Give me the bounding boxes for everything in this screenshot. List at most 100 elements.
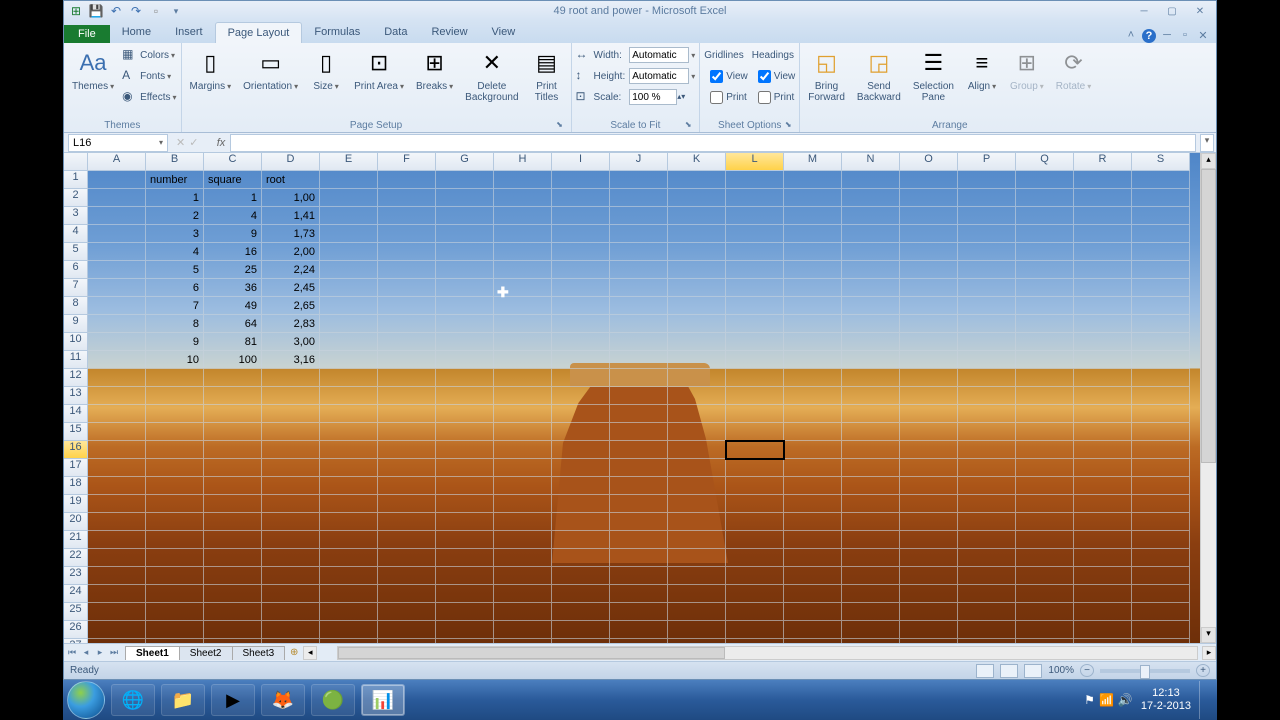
cell-K11[interactable]	[668, 351, 726, 369]
cell-O17[interactable]	[900, 459, 958, 477]
headings-view-check[interactable]	[758, 70, 771, 83]
cell-Q1[interactable]	[1016, 171, 1074, 189]
cell-N15[interactable]	[842, 423, 900, 441]
cell-H23[interactable]	[494, 567, 552, 585]
cell-L19[interactable]	[726, 495, 784, 513]
vertical-scrollbar[interactable]: ▴ ▾	[1200, 153, 1216, 643]
cell-G20[interactable]	[436, 513, 494, 531]
col-header-D[interactable]: D	[262, 153, 320, 171]
cell-O10[interactable]	[900, 333, 958, 351]
cell-J3[interactable]	[610, 207, 668, 225]
cell-F10[interactable]	[378, 333, 436, 351]
cell-I21[interactable]	[552, 531, 610, 549]
col-header-B[interactable]: B	[146, 153, 204, 171]
cell-C7[interactable]: 36	[204, 279, 262, 297]
cell-M2[interactable]	[784, 189, 842, 207]
cell-B8[interactable]: 7	[146, 297, 204, 315]
cell-M5[interactable]	[784, 243, 842, 261]
cell-C8[interactable]: 49	[204, 297, 262, 315]
cell-A2[interactable]	[88, 189, 146, 207]
cell-O13[interactable]	[900, 387, 958, 405]
cell-L22[interactable]	[726, 549, 784, 567]
cell-O2[interactable]	[900, 189, 958, 207]
cell-R22[interactable]	[1074, 549, 1132, 567]
cell-H6[interactable]	[494, 261, 552, 279]
cell-A4[interactable]	[88, 225, 146, 243]
cell-B18[interactable]	[146, 477, 204, 495]
cell-F13[interactable]	[378, 387, 436, 405]
cell-H4[interactable]	[494, 225, 552, 243]
tab-insert[interactable]: Insert	[163, 22, 215, 43]
cell-Q11[interactable]	[1016, 351, 1074, 369]
col-header-E[interactable]: E	[320, 153, 378, 171]
cell-O6[interactable]	[900, 261, 958, 279]
height-input[interactable]	[629, 68, 689, 84]
cell-A22[interactable]	[88, 549, 146, 567]
cell-I17[interactable]	[552, 459, 610, 477]
cell-B14[interactable]	[146, 405, 204, 423]
cell-N19[interactable]	[842, 495, 900, 513]
cell-N22[interactable]	[842, 549, 900, 567]
workbook-minimize-icon[interactable]: ─	[1160, 29, 1174, 43]
cell-D19[interactable]	[262, 495, 320, 513]
row-header-5[interactable]: 5	[64, 243, 88, 261]
col-header-N[interactable]: N	[842, 153, 900, 171]
cell-G25[interactable]	[436, 603, 494, 621]
cell-L23[interactable]	[726, 567, 784, 585]
cell-H17[interactable]	[494, 459, 552, 477]
cell-A25[interactable]	[88, 603, 146, 621]
row-header-6[interactable]: 6	[64, 261, 88, 279]
cell-H2[interactable]	[494, 189, 552, 207]
cell-I19[interactable]	[552, 495, 610, 513]
cell-K12[interactable]	[668, 369, 726, 387]
cell-E2[interactable]	[320, 189, 378, 207]
cell-B20[interactable]	[146, 513, 204, 531]
cell-G1[interactable]	[436, 171, 494, 189]
cell-K16[interactable]	[668, 441, 726, 459]
cell-N8[interactable]	[842, 297, 900, 315]
col-header-A[interactable]: A	[88, 153, 146, 171]
row-header-20[interactable]: 20	[64, 513, 88, 531]
normal-view-button[interactable]	[976, 664, 994, 678]
page-setup-launcher-icon[interactable]: ⬊	[555, 120, 565, 130]
cell-M20[interactable]	[784, 513, 842, 531]
cell-B24[interactable]	[146, 585, 204, 603]
cell-O23[interactable]	[900, 567, 958, 585]
cell-F6[interactable]	[378, 261, 436, 279]
cell-A9[interactable]	[88, 315, 146, 333]
cell-P21[interactable]	[958, 531, 1016, 549]
cell-P10[interactable]	[958, 333, 1016, 351]
cell-P15[interactable]	[958, 423, 1016, 441]
themes-button[interactable]: Aa Themes▾	[68, 45, 118, 94]
cell-L16[interactable]	[726, 441, 784, 459]
cell-S23[interactable]	[1132, 567, 1190, 585]
cell-M1[interactable]	[784, 171, 842, 189]
cell-L14[interactable]	[726, 405, 784, 423]
cell-B9[interactable]: 8	[146, 315, 204, 333]
cell-H5[interactable]	[494, 243, 552, 261]
cell-H25[interactable]	[494, 603, 552, 621]
cell-R12[interactable]	[1074, 369, 1132, 387]
cell-E25[interactable]	[320, 603, 378, 621]
cell-I27[interactable]	[552, 639, 610, 643]
cell-J14[interactable]	[610, 405, 668, 423]
cell-S25[interactable]	[1132, 603, 1190, 621]
cell-Q14[interactable]	[1016, 405, 1074, 423]
cell-F16[interactable]	[378, 441, 436, 459]
cell-H26[interactable]	[494, 621, 552, 639]
row-header-26[interactable]: 26	[64, 621, 88, 639]
cell-F8[interactable]	[378, 297, 436, 315]
cell-Q8[interactable]	[1016, 297, 1074, 315]
minimize-button[interactable]: ─	[1134, 4, 1154, 18]
cell-D11[interactable]: 3,16	[262, 351, 320, 369]
cell-M12[interactable]	[784, 369, 842, 387]
cell-L4[interactable]	[726, 225, 784, 243]
col-header-H[interactable]: H	[494, 153, 552, 171]
cell-I23[interactable]	[552, 567, 610, 585]
cell-R5[interactable]	[1074, 243, 1132, 261]
cell-L27[interactable]	[726, 639, 784, 643]
new-sheet-button[interactable]: ⊕	[285, 647, 303, 658]
tab-data[interactable]: Data	[372, 22, 419, 43]
cell-Q20[interactable]	[1016, 513, 1074, 531]
cell-L8[interactable]	[726, 297, 784, 315]
